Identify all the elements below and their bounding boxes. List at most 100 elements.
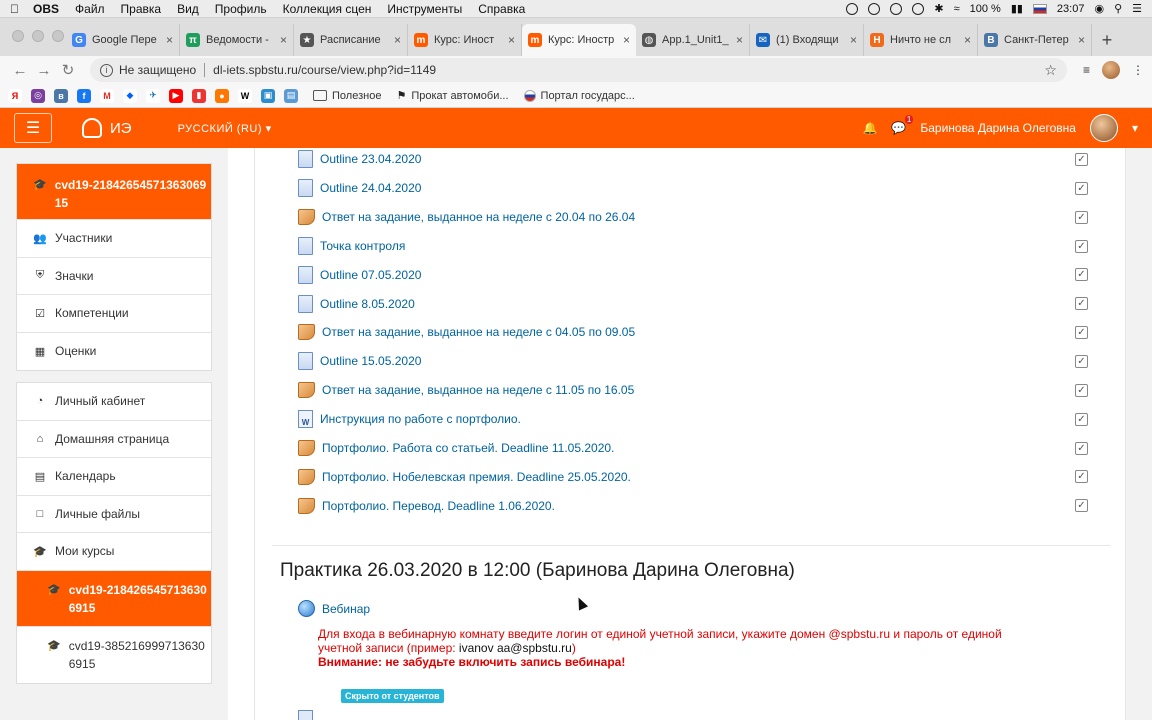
activity-item[interactable]: Outline 24.04.2020 <box>298 174 421 203</box>
bookmark-icon-13[interactable]: ▤ <box>284 88 298 103</box>
user-menu-name[interactable]: Баринова Дарина Олеговна <box>920 121 1076 135</box>
browser-tab[interactable]: ✉ (1) Входящи × <box>750 24 864 56</box>
site-logo[interactable]: ИЭ <box>82 118 132 138</box>
bookmark-icon-7[interactable]: ✈ <box>146 88 160 103</box>
browser-tab[interactable]: G Google Пере × <box>66 24 180 56</box>
activity-link[interactable]: Outline 07.05.2020 <box>320 268 421 282</box>
menu-tools[interactable]: Инструменты <box>387 2 462 16</box>
forward-arrow-icon[interactable]: → <box>32 62 56 79</box>
back-arrow-icon[interactable]: ← <box>8 62 32 79</box>
activity-link[interactable]: Портфолио. Нобелевская премия. Deadline … <box>322 470 631 484</box>
activity-item[interactable]: Портфолио. Нобелевская премия. Deadline … <box>298 462 631 491</box>
completion-checkbox[interactable]: ✓ <box>1075 470 1088 484</box>
yandex-bookmark-icon[interactable]: Я <box>8 88 22 103</box>
tab-close-icon[interactable]: × <box>964 33 971 47</box>
completion-checkbox[interactable]: ✓ <box>1075 153 1088 166</box>
tab-close-icon[interactable]: × <box>623 33 630 47</box>
battery-icon[interactable]: ▮▮ <box>1011 2 1023 15</box>
wifi-icon[interactable]: ≈ <box>954 3 960 15</box>
completion-checkbox[interactable]: ✓ <box>1075 441 1088 455</box>
notifications-bell-icon[interactable]: 🔔 <box>862 121 877 135</box>
completion-checkbox[interactable]: ✓ <box>1075 354 1088 368</box>
drawer-item-competencies[interactable]: ☑ Компетенции <box>17 295 211 333</box>
drawer-item-badges[interactable]: ⛨ Значки <box>17 258 211 295</box>
drawer-item-grades[interactable]: ▦ Оценки <box>17 333 211 371</box>
tab-close-icon[interactable]: × <box>736 33 743 47</box>
vk-bookmark-icon[interactable]: в <box>54 88 68 103</box>
status-icon-1[interactable] <box>846 2 859 15</box>
activity-item[interactable]: Ответ на задание, выданное на неделе с 0… <box>298 318 635 347</box>
menu-help[interactable]: Справка <box>478 2 525 16</box>
browser-tab[interactable]: m Курс: Иност × <box>408 24 522 56</box>
new-tab-button[interactable]: + <box>1092 24 1122 56</box>
completion-checkbox[interactable]: ✓ <box>1075 268 1088 282</box>
reload-icon[interactable]: ↻ <box>56 61 80 79</box>
close-window-button[interactable] <box>12 30 24 42</box>
activity-link[interactable]: Точка контроля <box>320 239 405 253</box>
messages-button[interactable]: 💬 1 <box>891 115 914 135</box>
activity-item[interactable]: Портфолио. Перевод. Deadline 1.06.2020. <box>298 491 555 520</box>
menu-view[interactable]: Вид <box>177 2 199 16</box>
completion-checkbox[interactable]: ✓ <box>1075 181 1088 195</box>
activity-item[interactable]: Точка контроля <box>298 232 405 261</box>
profile-avatar[interactable] <box>1102 61 1120 79</box>
tab-close-icon[interactable]: × <box>850 33 857 47</box>
input-language-flag-icon[interactable] <box>1032 3 1047 14</box>
bookmark-icon-2[interactable]: ◎ <box>31 88 45 103</box>
language-menu[interactable]: РУССКИЙ (RU) ▾ <box>178 122 272 135</box>
drawer-my-course-1[interactable]: 🎓 cvd19-2184265457136306915 <box>17 570 211 627</box>
drawer-toggle-button[interactable]: ☰ <box>14 113 52 143</box>
completion-checkbox[interactable]: ✓ <box>1075 412 1088 426</box>
reading-list-icon[interactable]: ≡ <box>1083 63 1090 77</box>
bookmark-star-icon[interactable]: ☆ <box>1044 62 1057 79</box>
wikipedia-bookmark-icon[interactable]: W <box>238 88 252 103</box>
bookmark-folder-useful[interactable]: Полезное <box>313 90 381 102</box>
completion-checkbox[interactable]: ✓ <box>1075 383 1088 397</box>
spotlight-search-icon[interactable]: ⚲ <box>1114 2 1122 15</box>
activity-item[interactable]: Ответ на задание, выданное на неделе с 2… <box>298 203 635 232</box>
user-avatar[interactable] <box>1089 114 1118 142</box>
menu-scene-collection[interactable]: Коллекция сцен <box>283 2 372 16</box>
drawer-item-home[interactable]: ⌂ Домашняя страница <box>17 421 211 458</box>
activity-link[interactable]: Портфолио. Перевод. Deadline 1.06.2020. <box>322 499 555 513</box>
activity-item[interactable]: Outline 8.05.2020 <box>298 289 415 318</box>
activity-item[interactable]: Outline 07.05.2020 <box>298 260 421 289</box>
activity-link[interactable]: Outline 23.04.2020 <box>320 152 421 166</box>
obs-record-icon[interactable] <box>912 2 925 15</box>
youtube-bookmark-icon[interactable]: ▶ <box>169 88 183 103</box>
bookmark-icon-9[interactable]: ▮ <box>192 88 206 103</box>
menu-profile[interactable]: Профиль <box>215 2 267 16</box>
menu-app-name[interactable]: OBS <box>33 2 59 16</box>
gmail-bookmark-icon[interactable]: M <box>100 88 114 103</box>
bookmark-gov-portal[interactable]: Портал государс... <box>523 89 635 102</box>
activity-item[interactable]: Ответ на задание, выданное на неделе с 1… <box>298 376 634 405</box>
activity-link[interactable]: Outline 15.05.2020 <box>320 354 421 368</box>
user-icon[interactable]: ◉ <box>1094 2 1104 15</box>
activity-link[interactable]: Инструкция по работе с портфолио. <box>320 412 521 426</box>
activity-link[interactable]: Ответ на задание, выданное на неделе с 1… <box>322 383 634 397</box>
clock[interactable]: 23:07 <box>1057 3 1085 15</box>
browser-tab[interactable]: B Санкт-Петер × <box>978 24 1092 56</box>
site-info-icon[interactable]: i <box>100 63 113 77</box>
bookmark-icon-10[interactable]: ● <box>215 88 229 103</box>
activity-item[interactable]: Портфолио. Работа со статьей. Deadline 1… <box>298 434 614 463</box>
completion-checkbox[interactable]: ✓ <box>1075 326 1088 340</box>
tab-close-icon[interactable]: × <box>508 33 515 47</box>
tab-close-icon[interactable]: × <box>1078 33 1085 47</box>
browser-tab[interactable]: m Курс: Иностр × <box>522 24 636 56</box>
bookmark-car-rental[interactable]: ⚑ Прокат автомоби... <box>396 89 508 103</box>
apple-icon[interactable]:  <box>10 2 19 16</box>
activity-item[interactable]: W Инструкция по работе с портфолио. <box>298 405 521 434</box>
facebook-bookmark-icon[interactable]: f <box>77 88 91 103</box>
status-icon-2[interactable] <box>868 2 881 15</box>
activity-link[interactable]: Ответ на задание, выданное на неделе с 2… <box>322 210 635 224</box>
bluetooth-icon[interactable]: ✱ <box>934 2 943 15</box>
dropbox-bookmark-icon[interactable]: ◆ <box>123 88 137 103</box>
completion-checkbox[interactable]: ✓ <box>1075 239 1088 253</box>
tab-close-icon[interactable]: × <box>394 33 401 47</box>
bookmark-icon-12[interactable]: ▣ <box>261 88 275 103</box>
completion-checkbox[interactable]: ✓ <box>1075 297 1088 311</box>
browser-tab[interactable]: ★ Расписание × <box>294 24 408 56</box>
browser-tab[interactable]: ◍ App.1_Unit1_ × <box>636 24 750 56</box>
tab-close-icon[interactable]: × <box>280 33 287 47</box>
